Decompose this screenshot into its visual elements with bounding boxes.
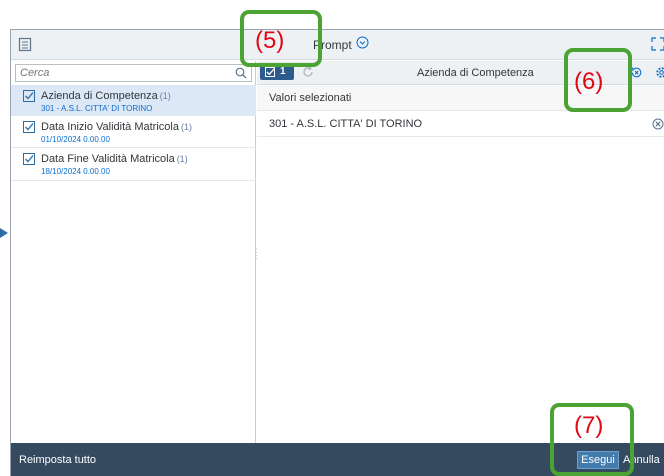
search-box — [15, 64, 252, 82]
reset-all-button[interactable]: Reimposta tutto — [19, 454, 96, 466]
checkbox-icon — [265, 67, 275, 77]
prompt-item-azienda[interactable]: Azienda di Competenza (1) 301 - A.S.L. CI… — [11, 85, 256, 116]
prompt-item-value: 301 - A.S.L. CITTA' DI TORINO — [41, 104, 153, 113]
checkbox-icon — [23, 90, 35, 102]
refresh-icon[interactable] — [302, 66, 314, 78]
callout-label-6: (6) — [574, 68, 604, 95]
remove-circle-icon[interactable] — [652, 118, 664, 130]
detail-title: Azienda di Competenza — [417, 67, 534, 79]
checkbox-icon — [23, 121, 35, 133]
prompt-detail-pane: 1 Azienda di Competenza Valori seleziona… — [257, 61, 664, 443]
selected-value-text: 301 - A.S.L. CITTA' DI TORINO — [269, 118, 423, 130]
checkbox-icon — [23, 153, 35, 165]
prompt-item-count: (1) — [180, 122, 192, 132]
fullscreen-icon[interactable] — [651, 37, 664, 51]
callout-label-7: (7) — [574, 412, 604, 439]
prompt-item-value: 18/10/2024 0.00.00 — [41, 167, 110, 176]
panel-icon[interactable] — [18, 37, 32, 52]
prompt-item-count: (1) — [176, 154, 188, 164]
settings-icon[interactable] — [655, 66, 664, 79]
screenshot-stage: Prompt Cerca Azienda di Competenza (1) 3… — [0, 0, 664, 476]
prompt-item-data-inizio[interactable]: Data Inizio Validità Matricola (1) 01/10/… — [11, 116, 256, 148]
chevron-down-circle-icon[interactable] — [356, 36, 369, 49]
prompt-item-data-fine[interactable]: Data Fine Validità Matricola (1) 18/10/20… — [11, 148, 256, 181]
selected-value-row[interactable]: 301 - A.S.L. CITTA' DI TORINO — [257, 111, 664, 137]
callout-label-5: (5) — [255, 27, 285, 54]
search-icon[interactable] — [235, 67, 247, 79]
prompt-item-count: (1) — [159, 91, 171, 101]
arrow-right-icon — [0, 228, 8, 238]
prompt-item-label: Azienda di Competenza (1) — [41, 90, 171, 102]
prompt-item-value: 01/10/2024 0.00.00 — [41, 135, 110, 144]
selected-count: 1 — [280, 66, 286, 77]
search-input[interactable] — [16, 65, 226, 81]
prompt-item-label: Data Fine Validità Matricola (1) — [41, 153, 188, 165]
prompt-list-pane: Azienda di Competenza(1) 301 - A.S.L. CI… — [11, 61, 256, 443]
selected-values-label: Valori selezionati — [269, 92, 352, 104]
prompt-item-label: Data Inizio Validità Matricola (1) — [41, 121, 192, 133]
